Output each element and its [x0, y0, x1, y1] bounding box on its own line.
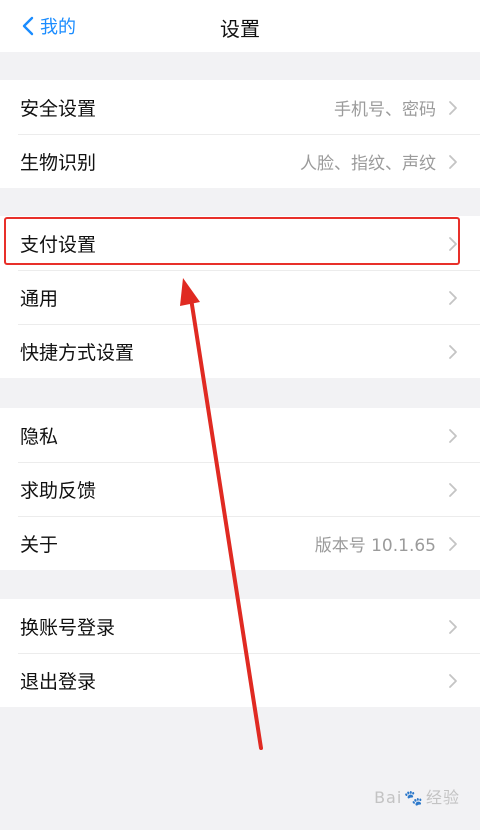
- chevron-right-icon: [449, 345, 457, 359]
- settings-group-login: 换账号登录 退出登录: [0, 599, 480, 707]
- nav-bar: 我的 设置: [0, 0, 480, 52]
- row-label: 快捷方式设置: [20, 341, 135, 364]
- row-security-settings[interactable]: 安全设置 手机号、密码: [0, 80, 480, 134]
- watermark-text-right: 经验: [425, 788, 460, 807]
- page-title: 设置: [220, 17, 260, 41]
- watermark: Bai 🐾 经验: [374, 784, 460, 808]
- chevron-right-icon: [449, 537, 457, 551]
- settings-group-account: 安全设置 手机号、密码 生物识别 人脸、指纹、声纹: [0, 80, 480, 188]
- settings-screen: 我的 设置 安全设置 手机号、密码 生物识别 人脸、指纹、声纹 支付设置 通用 …: [0, 0, 480, 830]
- chevron-right-icon: [449, 620, 457, 634]
- row-about[interactable]: 关于 版本号 10.1.65: [0, 516, 480, 570]
- watermark-text-left: Bai: [374, 788, 403, 807]
- row-value: 手机号、密码: [334, 99, 436, 120]
- chevron-right-icon: [449, 155, 457, 169]
- chevron-right-icon: [449, 674, 457, 688]
- chevron-right-icon: [449, 101, 457, 115]
- version-value: 版本号 10.1.65: [314, 535, 436, 556]
- row-value: 人脸、指纹、声纹: [300, 153, 436, 174]
- row-label: 生物识别: [20, 151, 97, 174]
- chevron-right-icon: [449, 429, 457, 443]
- row-general[interactable]: 通用: [0, 270, 480, 324]
- row-label: 关于: [20, 533, 59, 556]
- row-switch-account[interactable]: 换账号登录: [0, 599, 480, 653]
- settings-group-info: 隐私 求助反馈 关于 版本号 10.1.65: [0, 408, 480, 570]
- settings-group-payment: 支付设置 通用 快捷方式设置: [0, 216, 480, 378]
- row-shortcut-settings[interactable]: 快捷方式设置: [0, 324, 480, 378]
- row-privacy[interactable]: 隐私: [0, 408, 480, 462]
- row-label: 安全设置: [20, 97, 97, 120]
- row-label: 通用: [20, 287, 59, 310]
- row-label: 支付设置: [20, 233, 97, 256]
- row-biometrics[interactable]: 生物识别 人脸、指纹、声纹: [0, 134, 480, 188]
- row-label: 求助反馈: [20, 479, 97, 502]
- row-help-feedback[interactable]: 求助反馈: [0, 462, 480, 516]
- row-label: 隐私: [20, 425, 59, 448]
- row-payment-settings[interactable]: 支付设置: [0, 216, 480, 270]
- chevron-right-icon: [449, 291, 457, 305]
- row-logout[interactable]: 退出登录: [0, 653, 480, 707]
- row-label: 退出登录: [20, 670, 97, 693]
- chevron-right-icon: [449, 483, 457, 497]
- row-label: 换账号登录: [20, 616, 116, 639]
- paw-icon: 🐾: [404, 789, 424, 807]
- chevron-right-icon: [449, 237, 457, 251]
